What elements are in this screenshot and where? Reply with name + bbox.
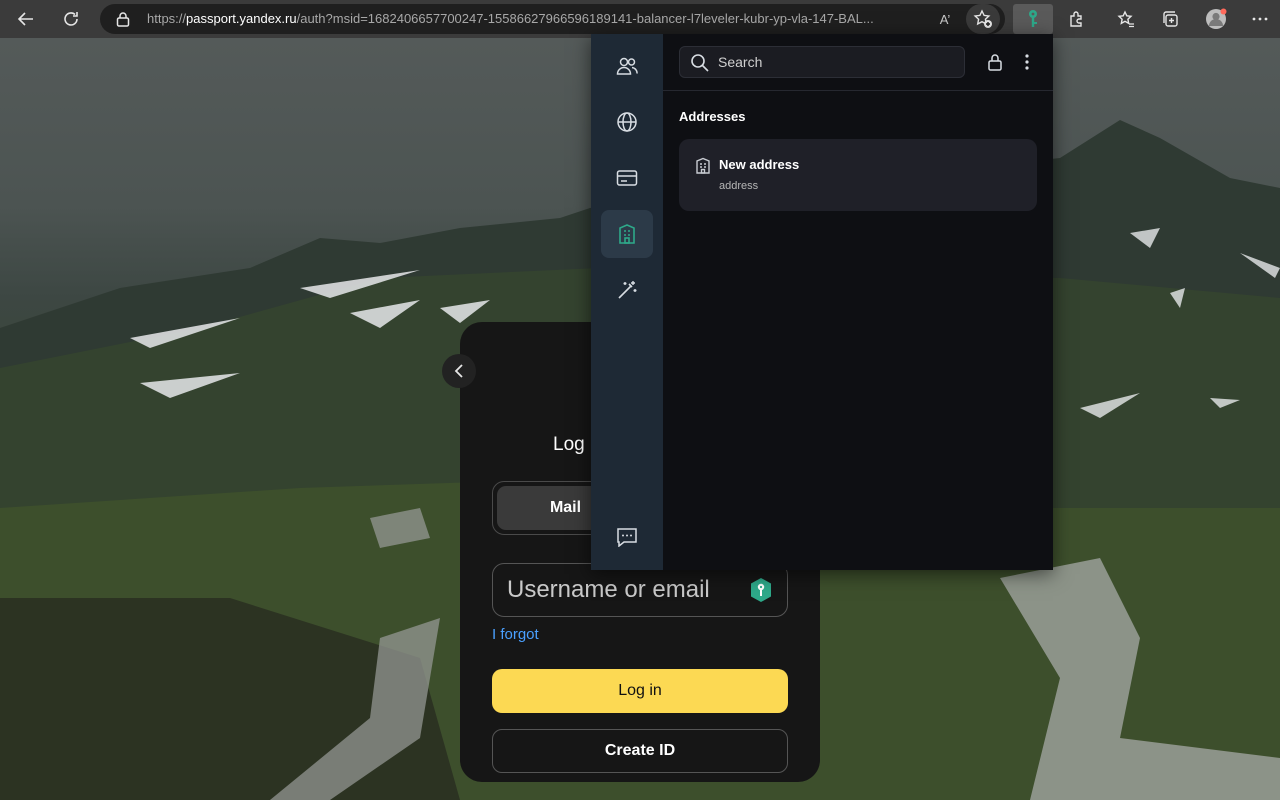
- settings-menu-button[interactable]: [1245, 4, 1275, 34]
- sidebar-item-addresses[interactable]: [601, 210, 653, 258]
- sidebar-item-feedback[interactable]: [601, 513, 653, 561]
- sidebar-item-cards[interactable]: [601, 154, 653, 202]
- username-field[interactable]: [492, 563, 788, 617]
- search-icon: [691, 54, 709, 72]
- chevron-left-icon: [454, 364, 463, 378]
- search-input[interactable]: [718, 52, 948, 72]
- people-icon: [616, 57, 638, 75]
- popup-sidebar: [591, 34, 663, 570]
- building-icon: [696, 157, 710, 174]
- back-button[interactable]: [11, 4, 41, 34]
- popup-menu-button[interactable]: [1015, 50, 1039, 74]
- building-icon: [619, 224, 635, 244]
- lock-vault-button[interactable]: [983, 50, 1007, 74]
- globe-icon: [617, 112, 637, 132]
- browser-toolbar: https://passport.yandex.ru/auth?msid=168…: [0, 0, 1280, 38]
- extensions-button[interactable]: [1062, 4, 1092, 34]
- password-manager-extension-button[interactable]: [1013, 4, 1053, 34]
- avatar-icon: [1206, 8, 1227, 29]
- username-input[interactable]: [507, 574, 737, 606]
- profile-button[interactable]: [1201, 4, 1231, 34]
- chat-icon: [617, 528, 637, 547]
- more-vertical-icon: [1025, 54, 1029, 70]
- login-button[interactable]: Log in: [492, 669, 788, 713]
- sidebar-item-generator[interactable]: [601, 266, 653, 314]
- address-list-item[interactable]: New address address: [679, 139, 1037, 211]
- more-horizontal-icon: [1252, 17, 1268, 21]
- key-icon: [1029, 10, 1037, 27]
- url-path: /auth?msid=1682406657700247-155866279665…: [296, 11, 874, 26]
- login-title: Log i: [553, 434, 595, 455]
- password-manager-key-icon[interactable]: [749, 577, 773, 603]
- padlock-icon: [988, 54, 1002, 71]
- puzzle-icon: [1070, 11, 1082, 27]
- arrow-left-icon: [17, 12, 33, 26]
- read-aloud-icon[interactable]: A’: [934, 9, 956, 29]
- collections-button[interactable]: [1155, 4, 1185, 34]
- sidebar-item-logins[interactable]: [601, 42, 653, 90]
- section-title: Addresses: [679, 109, 746, 124]
- favorites-button[interactable]: [1111, 4, 1141, 34]
- url-prefix: https://: [147, 11, 187, 26]
- sidebar-item-websites[interactable]: [601, 98, 653, 146]
- reload-button[interactable]: [56, 4, 86, 34]
- card-icon: [616, 170, 638, 186]
- popup-header: [663, 34, 1053, 91]
- address-subtitle: address: [719, 180, 759, 192]
- address-title: New address: [719, 157, 800, 172]
- url-text[interactable]: https://passport.yandex.ru/auth?msid=168…: [147, 11, 932, 26]
- favorites-star-icon: [1117, 10, 1134, 28]
- forgot-link[interactable]: I forgot: [492, 626, 539, 643]
- url-domain: passport.yandex.ru: [186, 11, 297, 26]
- search-field[interactable]: [679, 46, 965, 78]
- add-favorite-button[interactable]: [966, 4, 1000, 34]
- magic-wand-icon: [618, 281, 637, 299]
- star-add-icon: [973, 9, 992, 28]
- create-id-button[interactable]: Create ID: [492, 729, 788, 773]
- address-bar[interactable]: https://passport.yandex.ru/auth?msid=168…: [100, 4, 1005, 34]
- back-arrow-button[interactable]: [442, 354, 476, 388]
- password-manager-popup: Addresses New address address: [591, 34, 1053, 570]
- reload-icon: [64, 12, 78, 26]
- collections-icon: [1163, 11, 1178, 27]
- lock-icon: [116, 12, 130, 27]
